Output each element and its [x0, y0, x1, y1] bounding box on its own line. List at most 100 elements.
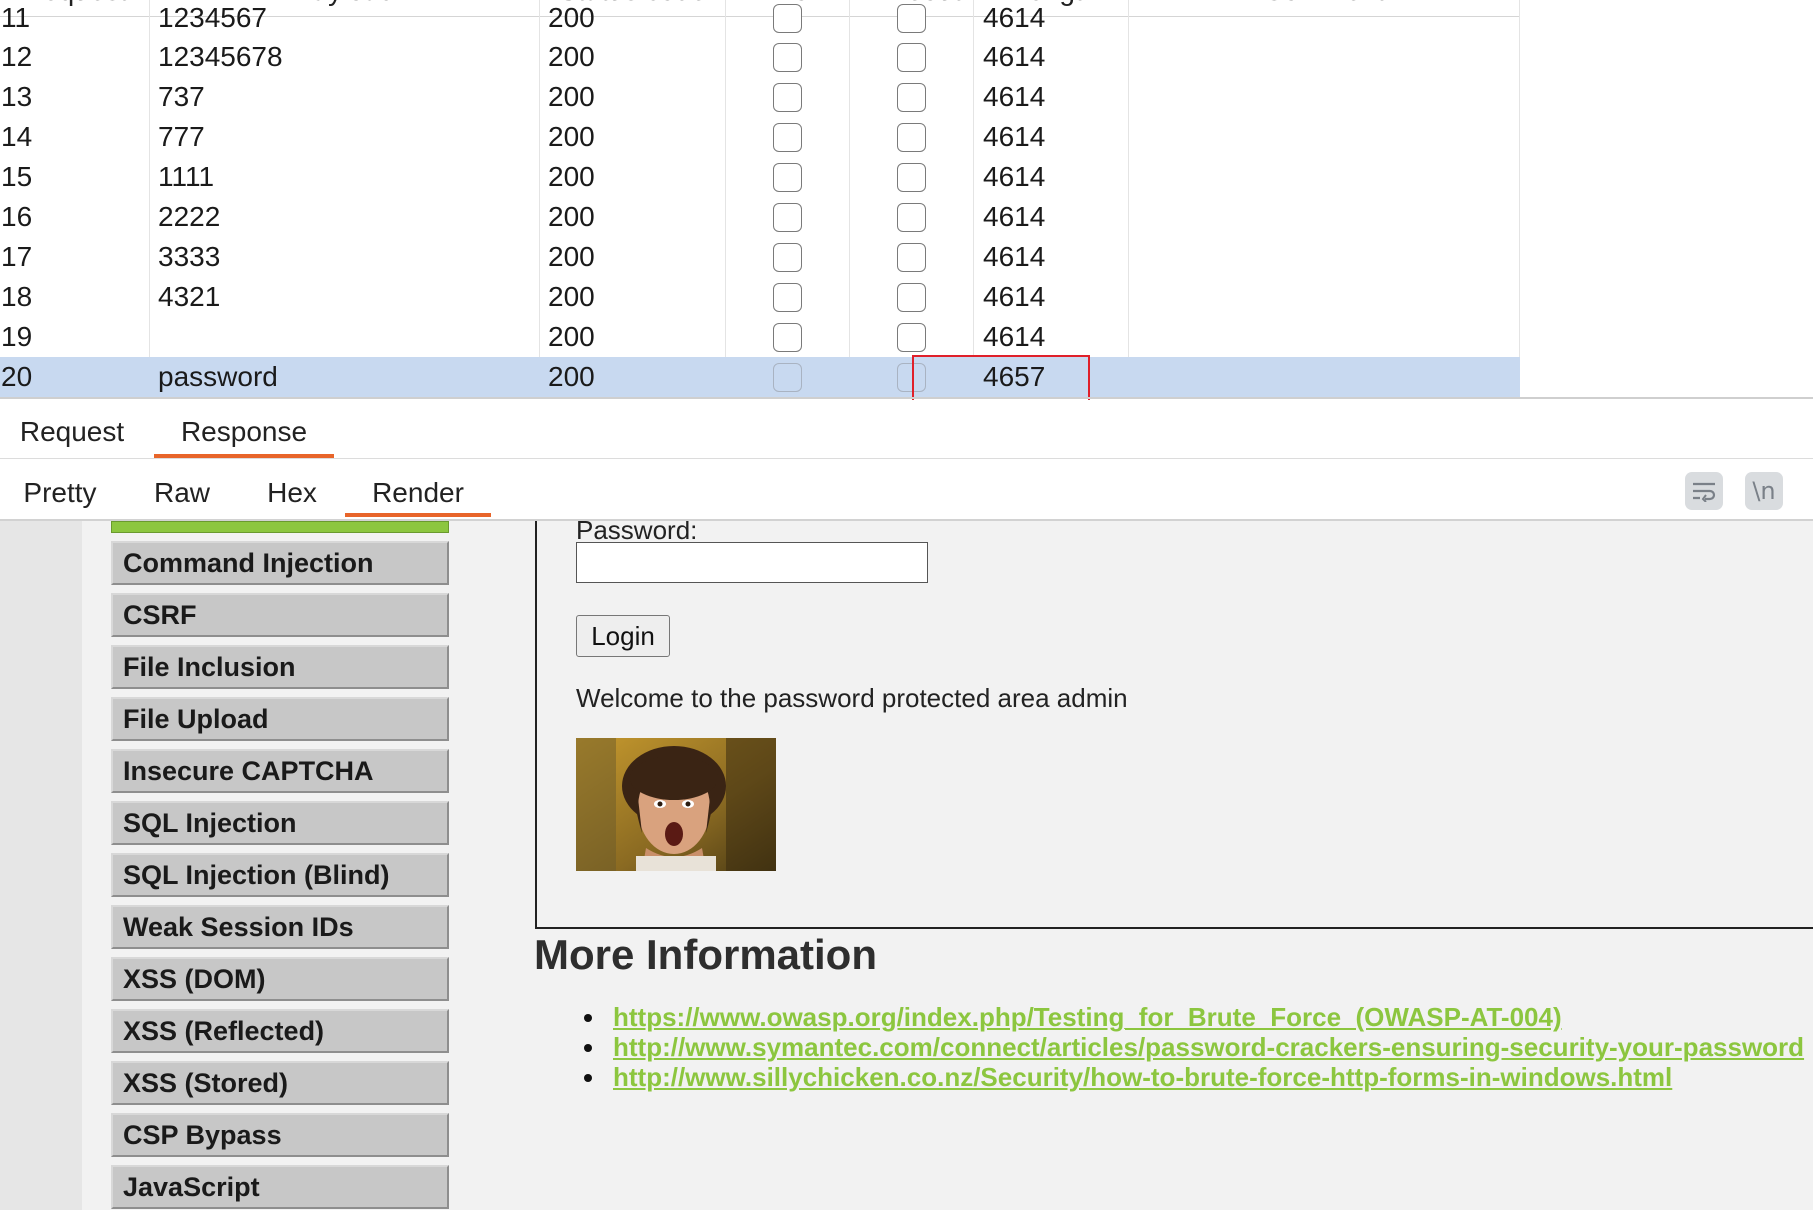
error-cell	[726, 117, 850, 157]
error-checkbox[interactable]	[773, 322, 802, 352]
error-cell	[726, 237, 850, 277]
status-cell: 200	[540, 317, 726, 357]
table-row[interactable]: 15 1111 200 4614	[0, 157, 1520, 197]
timeout-checkbox[interactable]	[897, 122, 926, 152]
request-cell: 17	[0, 237, 150, 277]
length-cell: 4614	[974, 157, 1129, 197]
timeout-checkbox[interactable]	[897, 82, 926, 112]
reference-link[interactable]: https://www.owasp.org/index.php/Testing_…	[613, 1002, 1562, 1032]
error-checkbox[interactable]	[773, 362, 802, 392]
tab-hex[interactable]: Hex	[252, 459, 332, 517]
request-cell: 13	[0, 77, 150, 117]
menu-item-xss-dom[interactable]: XSS (DOM)	[111, 957, 449, 1001]
comment-cell	[1129, 77, 1520, 117]
status-cell: 200	[540, 117, 726, 157]
menu-item-command-injection[interactable]: Command Injection	[111, 541, 449, 585]
error-cell	[726, 77, 850, 117]
timeout-cell	[850, 77, 974, 117]
timeout-checkbox[interactable]	[897, 242, 926, 272]
error-cell	[726, 317, 850, 357]
table-row[interactable]: 17 3333 200 4614	[0, 237, 1520, 277]
reference-links-list: https://www.owasp.org/index.php/Testing_…	[576, 1002, 1804, 1092]
menu-item-weak-session-ids[interactable]: Weak Session IDs	[111, 905, 449, 949]
timeout-checkbox[interactable]	[897, 162, 926, 192]
table-row[interactable]: 12 12345678 200 4614	[0, 37, 1520, 77]
error-cell	[726, 157, 850, 197]
length-cell: 4614	[974, 317, 1129, 357]
error-cell	[726, 37, 850, 77]
menu-item-sql-injection[interactable]: SQL Injection	[111, 801, 449, 845]
error-checkbox[interactable]	[773, 202, 802, 232]
more-information-heading: More Information	[534, 931, 877, 978]
tab-render[interactable]: Render	[345, 459, 491, 517]
status-cell: 200	[540, 357, 726, 397]
table-row[interactable]: 13 737 200 4614	[0, 77, 1520, 117]
error-checkbox[interactable]	[773, 82, 802, 112]
timeout-cell	[850, 0, 974, 38]
menu-item-xss-reflected[interactable]: XSS (Reflected)	[111, 1009, 449, 1053]
tab-request[interactable]: Request	[12, 400, 132, 458]
timeout-cell	[850, 277, 974, 317]
tab-pretty[interactable]: Pretty	[12, 459, 108, 517]
error-checkbox[interactable]	[773, 3, 802, 33]
reference-link[interactable]: http://www.symantec.com/connect/articles…	[613, 1032, 1804, 1062]
timeout-checkbox[interactable]	[897, 322, 926, 352]
timeout-checkbox[interactable]	[897, 42, 926, 72]
reference-link[interactable]: http://www.sillychicken.co.nz/Security/h…	[613, 1062, 1672, 1092]
status-cell: 200	[540, 77, 726, 117]
comment-cell	[1129, 317, 1520, 357]
status-cell: 200	[540, 157, 726, 197]
table-row-selected[interactable]: 20 password 200 4657	[0, 357, 1520, 397]
menu-item-csp-bypass[interactable]: CSP Bypass	[111, 1113, 449, 1157]
table-row[interactable]: 14 777 200 4614	[0, 117, 1520, 157]
menu-item-file-inclusion[interactable]: File Inclusion	[111, 645, 449, 689]
payload-cell: 1234567	[150, 0, 540, 38]
request-cell: 12	[0, 37, 150, 77]
error-checkbox[interactable]	[773, 242, 802, 272]
length-highlight-box	[912, 355, 1090, 400]
welcome-message: Welcome to the password protected area a…	[576, 683, 1128, 713]
error-checkbox[interactable]	[773, 162, 802, 192]
payload-cell: 4321	[150, 277, 540, 317]
password-field[interactable]	[576, 542, 928, 583]
list-item: http://www.sillychicken.co.nz/Security/h…	[576, 1062, 1804, 1092]
menu-item-xss-stored[interactable]: XSS (Stored)	[111, 1061, 449, 1105]
table-row[interactable]: 11 1234567 200 4614	[0, 0, 1520, 38]
timeout-checkbox[interactable]	[897, 202, 926, 232]
timeout-cell	[850, 237, 974, 277]
table-row[interactable]: 16 2222 200 4614	[0, 197, 1520, 237]
timeout-cell	[850, 157, 974, 197]
tab-response[interactable]: Response	[154, 400, 334, 458]
length-cell: 4614	[974, 237, 1129, 277]
error-checkbox[interactable]	[773, 42, 802, 72]
timeout-cell	[850, 37, 974, 77]
menu-item-csrf[interactable]: CSRF	[111, 593, 449, 637]
menu-item-file-upload[interactable]: File Upload	[111, 697, 449, 741]
length-cell: 4614	[974, 277, 1129, 317]
timeout-checkbox[interactable]	[897, 3, 926, 33]
table-row[interactable]: 19 200 4614	[0, 317, 1520, 357]
tab-raw[interactable]: Raw	[142, 459, 222, 517]
payload-cell: 2222	[150, 197, 540, 237]
menu-item-sql-injection-blind[interactable]: SQL Injection (Blind)	[111, 853, 449, 897]
request-cell: 20	[0, 357, 150, 397]
rendered-response: Command Injection CSRF File Inclusion Fi…	[0, 521, 1813, 1210]
error-checkbox[interactable]	[773, 122, 802, 152]
error-checkbox[interactable]	[773, 282, 802, 312]
timeout-checkbox[interactable]	[897, 282, 926, 312]
timeout-cell	[850, 317, 974, 357]
menu-item-javascript[interactable]: JavaScript	[111, 1165, 449, 1209]
payload-cell: password	[150, 357, 540, 397]
comment-cell	[1129, 0, 1520, 38]
wrap-lines-icon[interactable]	[1685, 472, 1723, 510]
menu-item-insecure-captcha[interactable]: Insecure CAPTCHA	[111, 749, 449, 793]
menu-item-active[interactable]	[111, 521, 449, 533]
table-row[interactable]: 18 4321 200 4614	[0, 277, 1520, 317]
request-cell: 19	[0, 317, 150, 357]
intruder-results-table: Request Payload Status code Error Timeou…	[0, 0, 1813, 400]
comment-cell	[1129, 157, 1520, 197]
pane-divider[interactable]	[0, 397, 1813, 399]
login-button[interactable]: Login	[576, 615, 670, 657]
newline-icon[interactable]: \n	[1745, 472, 1783, 510]
length-cell: 4614	[974, 117, 1129, 157]
